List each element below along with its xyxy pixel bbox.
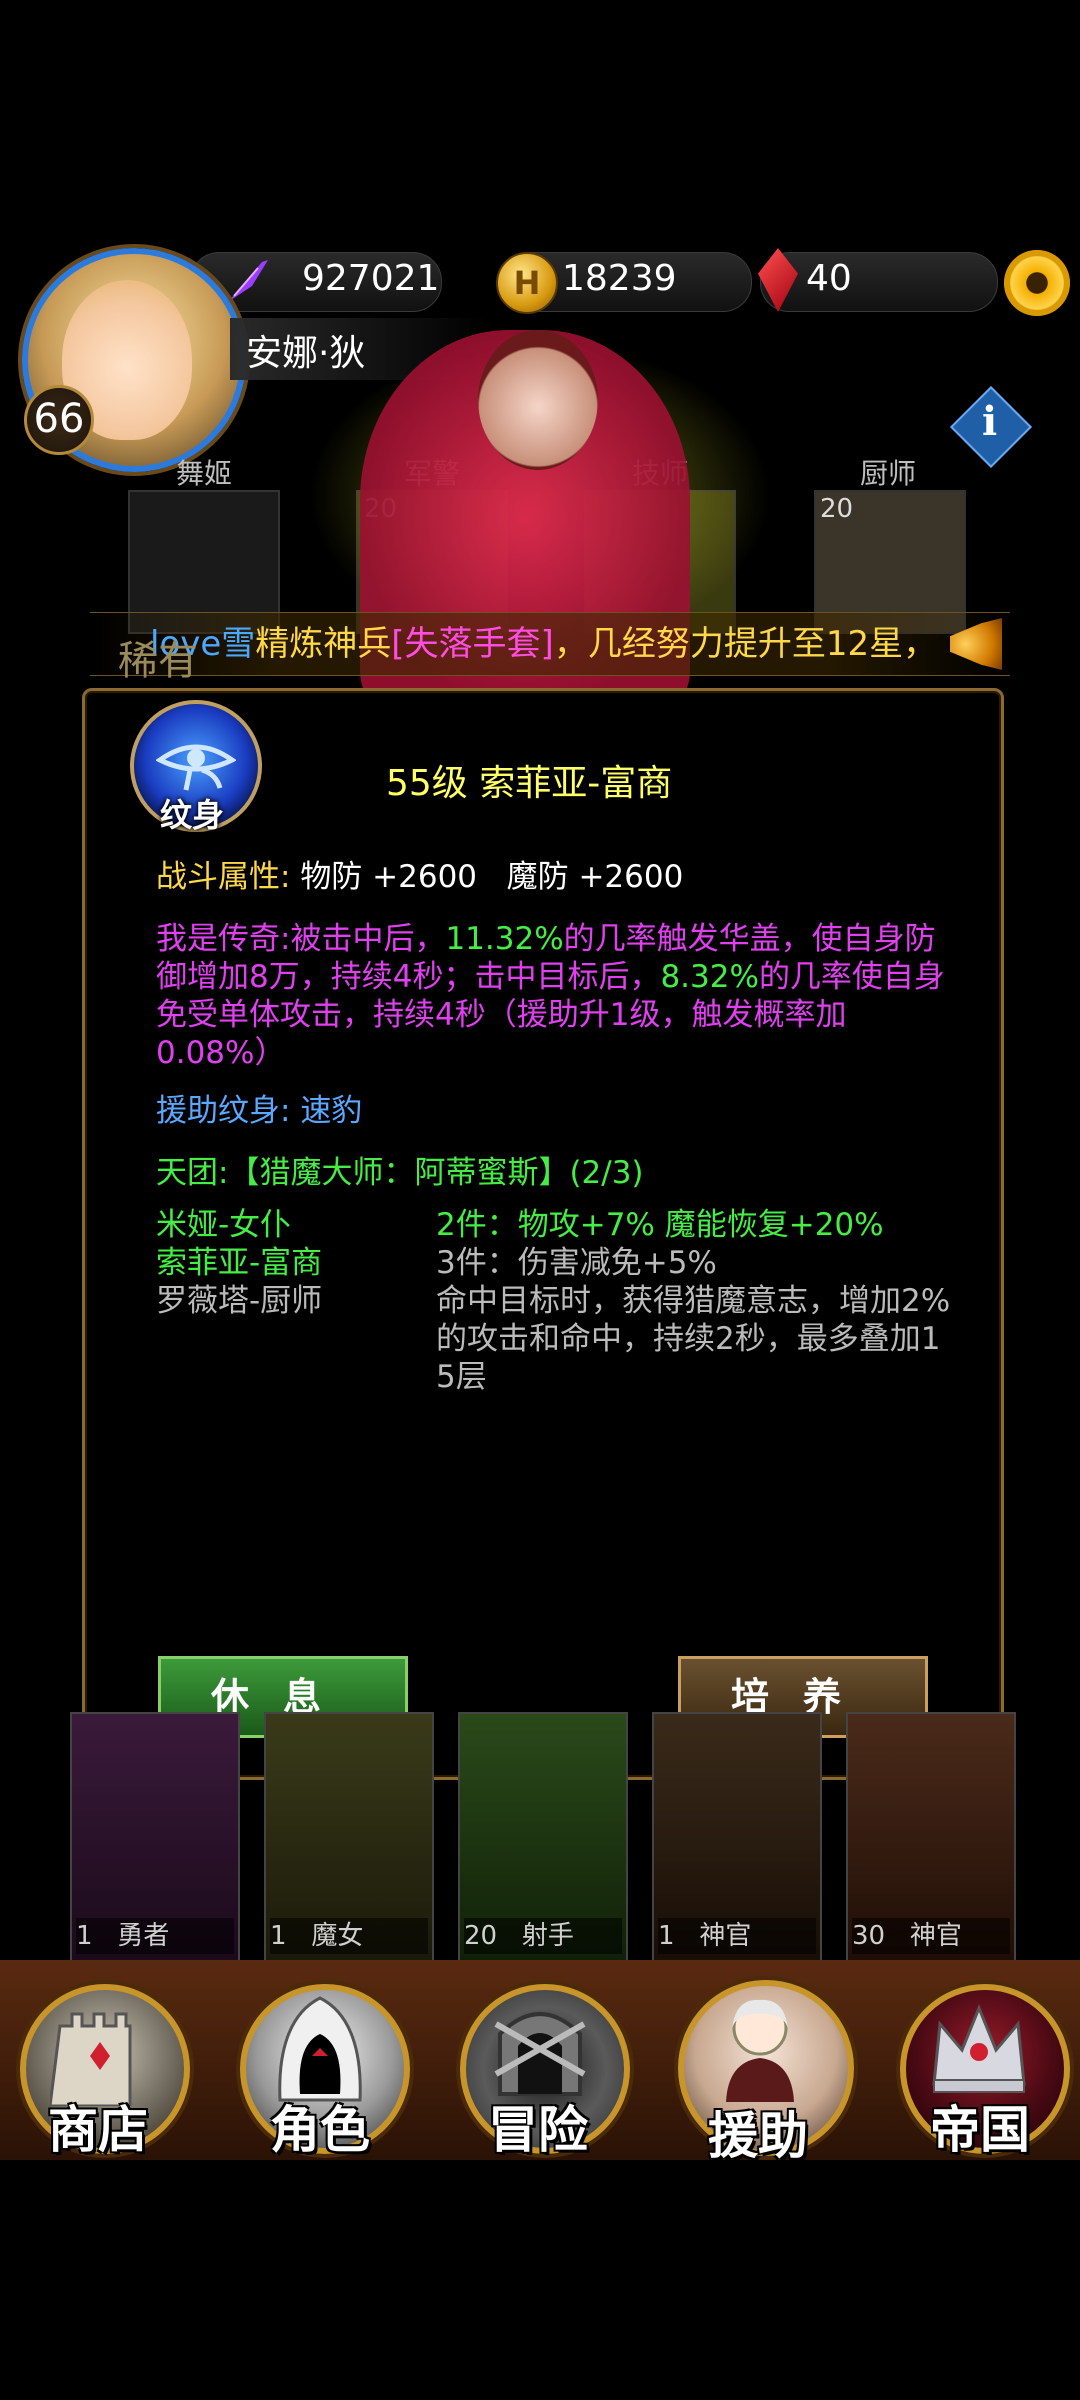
support-tattoo: 援助纹身: 速豹 bbox=[156, 1092, 362, 1130]
hero-card-name: 勇者 bbox=[117, 1921, 170, 1951]
battle-attr-label: 战斗属性: bbox=[156, 859, 291, 895]
member-sophia: 索菲亚-富商 bbox=[156, 1245, 323, 1281]
member-rovita: 罗薇塔-厨师 bbox=[156, 1283, 323, 1319]
battle-attr-value: 物防 +2600 魔防 +2600 bbox=[300, 859, 684, 895]
hero-head bbox=[478, 330, 598, 470]
legend-seg-3: 8.32% bbox=[660, 959, 759, 995]
battle-attributes: 战斗属性: 物防 +2600 魔防 +2600 bbox=[156, 858, 683, 896]
player-level-badge: 66 bbox=[24, 385, 94, 455]
team-bonuses: 2件：物攻+7% 魔能恢复+20% 3件：伤害减免+5% 命中目标时，获得猎魔意… bbox=[436, 1206, 956, 1396]
panel-title: 55级 索菲亚-富商 bbox=[386, 763, 673, 804]
hero-card-priest-2[interactable]: 30 神官 bbox=[846, 1712, 1016, 1962]
hero-card-level: 1 bbox=[76, 1921, 93, 1951]
hero-card-name: 神官 bbox=[699, 1921, 752, 1951]
announcement-ticker: love雪精炼神兵[失落手套]，几经努力提升至12星， bbox=[90, 612, 1010, 676]
support-tattoo-label: 援助纹身: bbox=[156, 1093, 291, 1129]
hero-card-name: 射手 bbox=[521, 1921, 574, 1951]
rarity-label: 稀有 bbox=[118, 638, 198, 684]
team-members: 米娅-女仆 索菲亚-富商 罗薇塔-厨师 bbox=[156, 1206, 322, 1320]
ticker-seg-3: ，几经努力提升至12星， bbox=[553, 624, 938, 664]
hero-card-level: 1 bbox=[270, 1921, 287, 1951]
nav-label-empire: 帝国 bbox=[930, 2100, 1030, 2159]
hero-card-label: 1 勇者 bbox=[76, 1918, 234, 1954]
gold-value: 18239 bbox=[562, 258, 677, 299]
legend-label: 我是传奇: bbox=[156, 921, 291, 957]
legend-skill: 我是传奇:被击中后，11.32%的几率触发华盖，使自身防御增加8万，持续4秒；击… bbox=[156, 920, 946, 1072]
hero-card-archer[interactable]: 20 射手 bbox=[458, 1712, 628, 1962]
hero-card-label: 1 魔女 bbox=[270, 1918, 428, 1954]
hero-card-level: 20 bbox=[464, 1921, 498, 1951]
legend-seg-0: 被击中后， bbox=[290, 921, 446, 957]
nav-label-shop: 商店 bbox=[48, 2100, 148, 2159]
slot-label-dancer: 舞姬 bbox=[176, 457, 233, 490]
bonus-effect: 命中目标时，获得猎魔意志，增加2%的攻击和命中，持续2秒，最多叠加15层 bbox=[436, 1283, 951, 1395]
nav-label-character: 角色 bbox=[270, 2100, 370, 2159]
dungeon-icon bbox=[494, 2012, 586, 2096]
slot-level-chef: 20 bbox=[820, 494, 854, 524]
legend-seg-1: 11.32% bbox=[445, 921, 564, 957]
bonus-3pc: 3件：伤害减免+5% bbox=[436, 1245, 717, 1281]
nav-label-adventure: 冒险 bbox=[488, 2100, 588, 2159]
ticker-seg-1: 精炼神兵 bbox=[255, 624, 392, 664]
hero-card-label: 20 射手 bbox=[464, 1918, 622, 1954]
feather-icon bbox=[228, 260, 268, 302]
gem-value: 40 bbox=[806, 258, 852, 299]
hero-card-level: 30 bbox=[852, 1921, 886, 1951]
hood-icon bbox=[278, 1996, 362, 2102]
power-value: 927021 bbox=[302, 258, 440, 299]
ticker-seg-2: [失落手套] bbox=[391, 624, 554, 664]
member-mia: 米娅-女仆 bbox=[156, 1207, 292, 1243]
bonus-2pc: 2件：物攻+7% 魔能恢复+20% bbox=[436, 1207, 884, 1243]
crown-icon bbox=[932, 2004, 1026, 2093]
hero-card-priest-1[interactable]: 1 神官 bbox=[652, 1712, 822, 1962]
gem-pill bbox=[760, 252, 998, 312]
hero-card-brave[interactable]: 1 勇者 bbox=[70, 1712, 240, 1962]
girl-portrait-icon bbox=[726, 1999, 794, 2102]
hero-card-name: 神官 bbox=[909, 1921, 962, 1951]
hero-card-label: 1 神官 bbox=[658, 1918, 816, 1954]
hero-card-witch[interactable]: 1 魔女 bbox=[264, 1712, 434, 1962]
team-title: 天团:【猎魔大师：阿蒂蜜斯】(2/3) bbox=[156, 1155, 644, 1191]
hero-card-label: 30 神官 bbox=[852, 1918, 1010, 1954]
support-tattoo-value: 速豹 bbox=[300, 1093, 363, 1129]
slot-label-chef: 厨师 bbox=[860, 457, 917, 490]
gold-coin-icon: H bbox=[496, 252, 558, 314]
info-icon: i bbox=[982, 398, 998, 445]
hero-card-name: 魔女 bbox=[311, 1921, 364, 1951]
tattoo-label: 纹身 bbox=[160, 796, 225, 834]
nav-label-support: 援助 bbox=[708, 2106, 808, 2165]
settings-gear-icon[interactable] bbox=[1004, 250, 1070, 316]
hero-card-level: 1 bbox=[658, 1921, 675, 1951]
